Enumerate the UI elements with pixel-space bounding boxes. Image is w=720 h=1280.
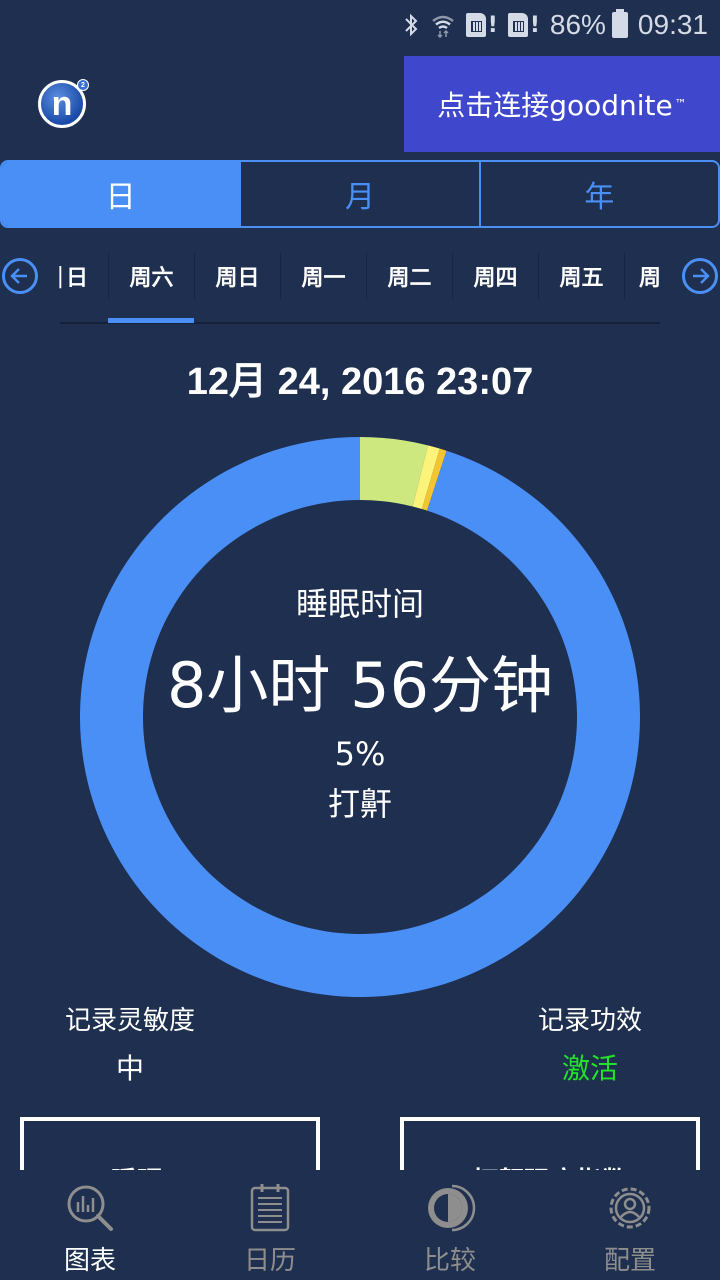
sleep-note-card[interactable]: 睡眠note — [20, 1117, 320, 1177]
connect-goodnite-button[interactable]: 点击连接goodnite ™ — [404, 56, 720, 152]
battery-percent: 86% — [549, 9, 606, 40]
range-tabs: 日 月 年 — [0, 160, 720, 228]
nav-item-chart[interactable]: 图表 — [0, 1170, 180, 1280]
day-strip: | 日 周六 周日 周一 周二 周四 周五 周 — [44, 248, 676, 308]
arrow-left-circle-icon[interactable] — [2, 258, 38, 294]
calendar-notepad-icon — [250, 1184, 290, 1232]
snore-index-card[interactable]: 打鼾强度指数 — [400, 1117, 700, 1177]
day-item-thursday[interactable]: 周四 — [452, 252, 538, 300]
nav-item-settings[interactable]: 配置 — [540, 1170, 720, 1280]
trademark-symbol: ™ — [674, 97, 687, 111]
connect-label: 点击连接goodnite — [437, 89, 673, 122]
nav-label: 比较 — [423, 1246, 476, 1276]
wifi-icon — [430, 12, 456, 38]
battery-icon — [611, 9, 628, 38]
day-item-monday[interactable]: 周一 — [280, 252, 366, 300]
tab-month[interactable]: 月 — [241, 162, 481, 226]
arrow-right-circle-icon[interactable] — [682, 258, 718, 294]
bluetooth-icon — [402, 13, 420, 37]
bottom-nav: 图表 日历 比较 配置 — [0, 1170, 720, 1280]
sensitivity-label: 记录灵敏度 — [64, 1006, 195, 1036]
chart-search-icon — [67, 1185, 113, 1231]
nav-item-calendar[interactable]: 日历 — [180, 1170, 360, 1280]
day-item[interactable]: | 日 — [44, 252, 108, 300]
efficacy-info: 记录功效 激活 — [510, 1000, 670, 1087]
day-indicator-active — [108, 318, 194, 323]
nav-label: 日历 — [243, 1246, 296, 1276]
record-date: 12月 24, 2016 23:07 — [186, 361, 534, 403]
day-item-friday[interactable]: 周五 — [538, 252, 624, 300]
day-item-sunday[interactable]: 周日 — [194, 252, 280, 300]
sensitivity-value: 中 — [115, 1052, 144, 1085]
snore-label: 打鼾 — [327, 785, 392, 823]
donut-center: 睡眠时间 8小时 56分钟 5% 打鼾 — [80, 437, 640, 997]
settings-profile-icon — [609, 1187, 651, 1229]
day-scroller: | 日 周六 周日 周一 周二 周四 周五 周 — [0, 248, 720, 308]
compare-icon — [428, 1184, 476, 1232]
tab-day[interactable]: 日 — [2, 162, 242, 226]
sleep-duration: 8小时 56分钟 — [166, 649, 554, 722]
efficacy-label: 记录功效 — [537, 1006, 642, 1036]
day-item-saturday[interactable]: 周六 — [108, 252, 194, 300]
sim2-icon — [507, 13, 528, 37]
day-label: 日 — [65, 266, 88, 291]
nav-label: 图表 — [63, 1246, 116, 1276]
day-item[interactable]: 周 — [624, 252, 664, 300]
snore-percent: 5% — [334, 735, 386, 773]
nav-item-compare[interactable]: 比较 — [360, 1170, 540, 1280]
nav-label: 配置 — [603, 1246, 656, 1276]
sensitivity-info: 记录灵敏度 中 — [50, 1000, 210, 1087]
tab-year[interactable]: 年 — [481, 162, 718, 226]
efficacy-value: 激活 — [561, 1052, 618, 1085]
day-item-tuesday[interactable]: 周二 — [366, 252, 452, 300]
sim1-icon — [465, 13, 486, 37]
n2-logo-icon: n2 — [38, 79, 89, 128]
sim2-alert-icon: ! — [529, 12, 540, 38]
sim1-alert-icon: ! — [487, 12, 498, 38]
status-clock: 09:31 — [637, 9, 708, 40]
sleep-time-label: 睡眠时间 — [295, 585, 424, 623]
status-bar: ! ! 86% 09:31 — [0, 0, 720, 50]
